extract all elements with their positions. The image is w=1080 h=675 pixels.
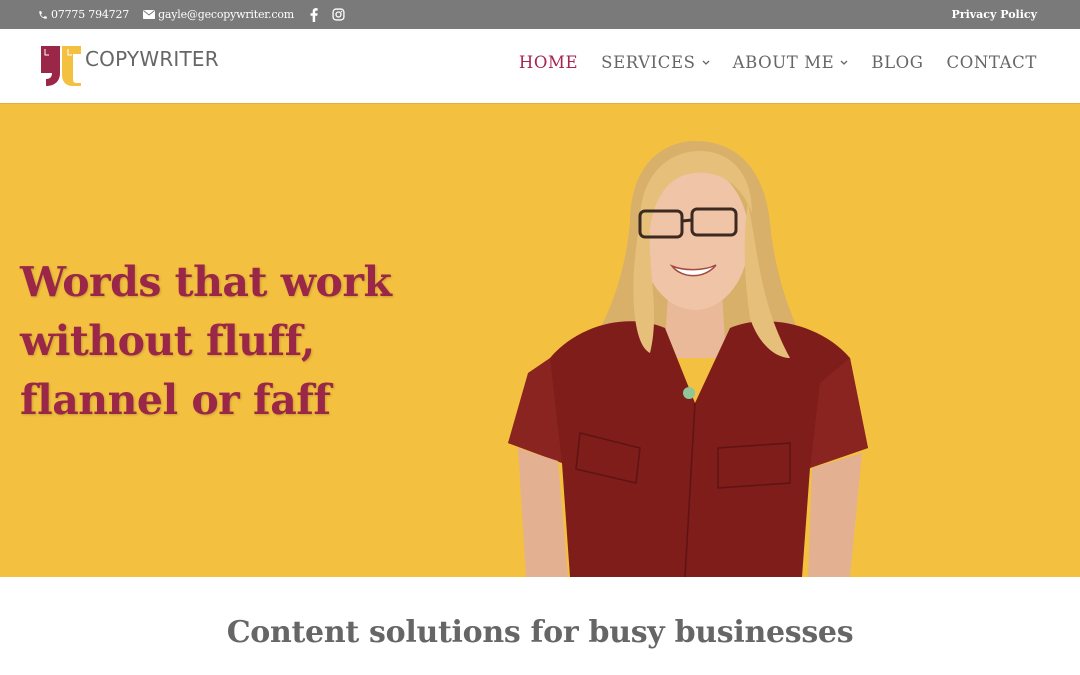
main-nav: HOME SERVICES ABOUT ME BLOG CONTACT	[519, 53, 1037, 72]
privacy-policy-link[interactable]: Privacy Policy	[952, 8, 1037, 21]
email-address: gayle@gecopywriter.com	[158, 8, 295, 21]
section-heading: Content solutions for busy businesses	[226, 615, 854, 650]
nav-services[interactable]: SERVICES	[601, 53, 710, 72]
nav-blog[interactable]: BLOG	[871, 53, 923, 72]
instagram-icon[interactable]	[332, 8, 345, 21]
logo-mark-icon	[40, 45, 82, 87]
site-logo[interactable]: COPYWRITER	[40, 45, 219, 87]
chevron-down-icon	[702, 57, 710, 68]
hero-title: Words that work without fluff, flannel o…	[20, 253, 440, 430]
phone-link[interactable]: 07775 794727	[38, 8, 129, 21]
top-bar: 07775 794727 gayle@gecopywriter.com Priv…	[0, 0, 1080, 29]
nav-home[interactable]: HOME	[519, 53, 578, 72]
nav-services-label: SERVICES	[601, 53, 696, 72]
hero-title-line: Words that work	[20, 258, 392, 306]
site-header: COPYWRITER HOME SERVICES ABOUT ME BLOG C…	[0, 29, 1080, 103]
hero-title-line: without fluff,	[20, 317, 315, 365]
nav-contact-label: CONTACT	[946, 53, 1037, 72]
envelope-icon	[143, 10, 156, 19]
social-links	[310, 7, 345, 22]
nav-contact[interactable]: CONTACT	[947, 53, 1037, 72]
facebook-icon[interactable]	[310, 7, 318, 22]
hero-photo	[490, 103, 910, 577]
nav-about-me[interactable]: ABOUT ME	[733, 53, 849, 72]
hero-title-line: flannel or faff	[20, 376, 331, 424]
hero-section: Words that work without fluff, flannel o…	[0, 103, 1080, 577]
logo-text: COPYWRITER	[85, 47, 219, 71]
nav-blog-label: BLOG	[871, 53, 924, 72]
chevron-down-icon	[840, 57, 848, 68]
email-link[interactable]: gayle@gecopywriter.com	[143, 8, 294, 21]
contact-info: 07775 794727 gayle@gecopywriter.com	[38, 0, 345, 29]
phone-number: 07775 794727	[51, 8, 130, 21]
phone-icon	[38, 10, 48, 20]
nav-about-me-label: ABOUT ME	[732, 53, 835, 72]
nav-home-label: HOME	[518, 53, 579, 72]
